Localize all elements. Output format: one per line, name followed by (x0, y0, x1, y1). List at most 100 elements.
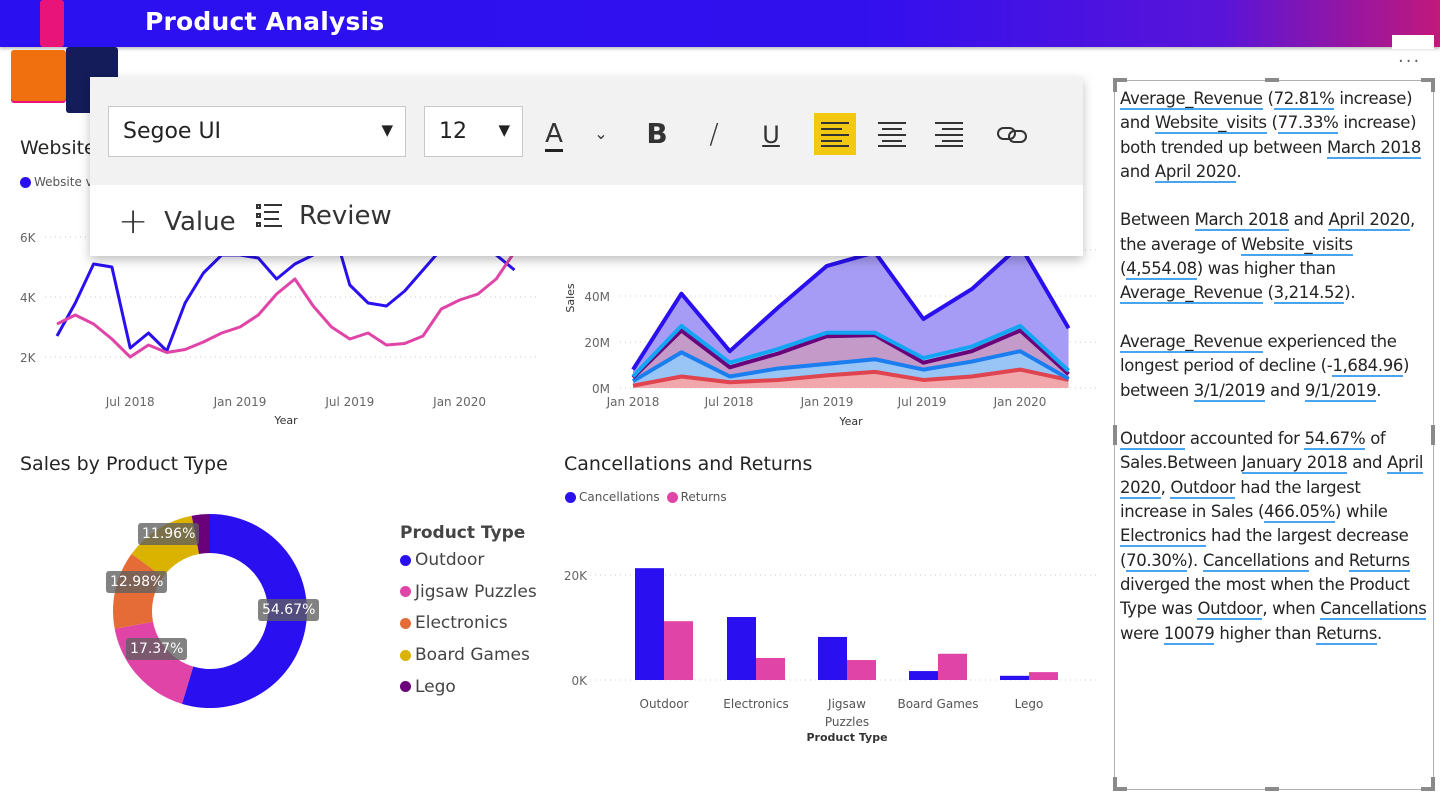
review-label: Review (299, 201, 392, 231)
x-tick-label: Jigsaw Puzzles (825, 697, 869, 729)
dynamic-value[interactable]: Outdoor (1120, 429, 1185, 451)
narrative-text-run: were (1120, 623, 1164, 643)
underline-icon: U (762, 121, 780, 149)
align-right-icon (935, 122, 963, 147)
bar-returns-3[interactable] (938, 653, 967, 680)
y-tick-label: 20K (564, 569, 588, 583)
dynamic-value[interactable]: Website_visits (1154, 113, 1267, 135)
dynamic-value[interactable]: Returns (1348, 550, 1410, 572)
font-family-value: Segoe UI (123, 119, 222, 144)
align-center-button[interactable] (871, 113, 913, 155)
resize-handle-bottom-left[interactable] (1113, 777, 1117, 791)
narrative-text-run: ). (1344, 283, 1356, 303)
resize-handle-left[interactable] (1113, 425, 1117, 445)
resize-handle-bottom[interactable] (1265, 787, 1279, 791)
dynamic-value[interactable]: March 2018 (1194, 210, 1289, 232)
dynamic-value[interactable]: 1,684.96 (1332, 356, 1403, 378)
dynamic-value[interactable]: 9/1/2019 (1304, 380, 1377, 402)
dynamic-value[interactable]: Website_visits (1241, 234, 1353, 256)
font-size-value: 12 (439, 119, 467, 144)
narrative-text-run: . (1376, 380, 1382, 400)
dynamic-value[interactable]: 72.81% (1273, 89, 1335, 110)
resize-handle-bottom-right[interactable] (1431, 777, 1435, 791)
dynamic-value[interactable]: Electronics (1120, 526, 1206, 548)
dynamic-value[interactable]: 10079 (1163, 623, 1215, 645)
add-value-button[interactable]: + Value (118, 201, 236, 242)
narrative-text-run: and (1265, 380, 1305, 400)
dynamic-value[interactable]: Average_Revenue (1120, 89, 1263, 110)
underline-button[interactable]: U (750, 113, 792, 155)
bar-returns-4[interactable] (1029, 672, 1058, 680)
x-tick-label-line: Jigsaw (827, 697, 866, 711)
x-tick-label-line: Puzzles (825, 715, 869, 729)
x-axis-title: Product Type (806, 731, 887, 744)
font-size-dropdown[interactable]: 12 ▼ (424, 106, 523, 157)
bar-cancellations-3[interactable] (909, 671, 938, 680)
resize-handle-top[interactable] (1265, 78, 1279, 82)
narrative-text-run: ( (1262, 89, 1274, 108)
narrative-text-run: . (1236, 161, 1242, 181)
smart-narrative-textbox[interactable]: Average_Revenue (72.81% increase) and We… (1113, 78, 1435, 791)
y-tick-label: 0K (571, 674, 588, 688)
bar-cancellations-0[interactable] (635, 568, 664, 680)
bold-icon: B (646, 117, 668, 150)
dynamic-value[interactable]: 4,554.08 (1126, 259, 1197, 281)
dynamic-value[interactable]: April 2020 (1328, 210, 1410, 232)
dynamic-value[interactable]: 70.30% (1126, 550, 1187, 572)
narrative-text-run: and (1120, 161, 1155, 181)
chevron-down-icon: ▼ (498, 121, 510, 139)
narrative-text-run: , when (1262, 599, 1321, 619)
x-tick-label: Lego (1015, 697, 1044, 711)
bold-button[interactable]: B (636, 113, 678, 155)
bar-cancellations-1[interactable] (727, 617, 756, 680)
resize-handle-top-left[interactable] (1113, 78, 1117, 92)
narrative-text-run: ( (1262, 283, 1274, 303)
narrative-paragraph: Outdoor accounted for 54.67% of Sales.Be… (1120, 427, 1432, 646)
dynamic-value[interactable]: Average_Revenue (1120, 331, 1263, 353)
align-center-icon (878, 122, 906, 147)
bar-cancellations-4[interactable] (1000, 675, 1029, 680)
dynamic-value[interactable]: Returns (1316, 623, 1377, 645)
dynamic-value[interactable]: 54.67% (1304, 429, 1366, 451)
font-color-button[interactable]: A (533, 113, 575, 155)
text-format-toolbar: Segoe UI ▼ 12 ▼ A ⌄ B / U + Value Review (90, 77, 1083, 256)
narrative-text-run: higher than (1214, 623, 1317, 643)
plus-icon: + (118, 201, 149, 242)
dynamic-value[interactable]: March 2018 (1326, 137, 1421, 159)
dynamic-value[interactable]: April 2020 (1154, 161, 1237, 183)
dynamic-value[interactable]: January 2018 (1241, 453, 1348, 475)
font-color-dropdown-button[interactable]: ⌄ (580, 113, 622, 155)
align-left-icon (821, 122, 849, 147)
dynamic-value[interactable]: 466.05% (1264, 502, 1335, 524)
font-family-dropdown[interactable]: Segoe UI ▼ (108, 106, 406, 157)
narrative-text[interactable]: Average_Revenue (72.81% increase) and We… (1120, 87, 1432, 670)
narrative-paragraph: Between March 2018 and April 2020, the a… (1120, 208, 1432, 305)
dynamic-value[interactable]: 3,214.52 (1273, 283, 1345, 305)
narrative-text-run: Between (1120, 210, 1195, 230)
bar-returns-2[interactable] (847, 660, 876, 680)
dynamic-value[interactable]: Outdoor (1197, 599, 1263, 621)
bar-cancellations-2[interactable] (818, 636, 847, 680)
dynamic-value[interactable]: Cancellations (1202, 550, 1309, 572)
dynamic-value[interactable]: 77.33% (1277, 113, 1339, 135)
bar-returns-0[interactable] (664, 621, 693, 680)
narrative-text-run: and (1347, 453, 1388, 473)
insert-link-button[interactable] (991, 113, 1033, 155)
font-color-icon: A (545, 119, 563, 152)
chevron-down-icon: ⌄ (594, 124, 608, 143)
x-tick-label: Board Games (897, 697, 978, 711)
italic-button[interactable]: / (693, 113, 735, 155)
narrative-text-run: ) while (1335, 502, 1388, 522)
narrative-text-run: ( (1266, 113, 1278, 133)
align-left-button[interactable] (814, 113, 856, 155)
dynamic-value[interactable]: Cancellations (1320, 599, 1427, 621)
dynamic-value[interactable]: 3/1/2019 (1193, 380, 1265, 402)
x-tick-label: Outdoor (640, 697, 689, 711)
narrative-text-run: accounted for (1184, 429, 1305, 449)
align-right-button[interactable] (928, 113, 970, 155)
bar-returns-1[interactable] (756, 657, 785, 680)
review-button[interactable]: Review (255, 201, 392, 231)
dynamic-value[interactable]: Outdoor (1170, 477, 1236, 499)
dynamic-value[interactable]: Average_Revenue (1120, 283, 1263, 305)
narrative-text-run: ) was higher than (1196, 259, 1336, 279)
